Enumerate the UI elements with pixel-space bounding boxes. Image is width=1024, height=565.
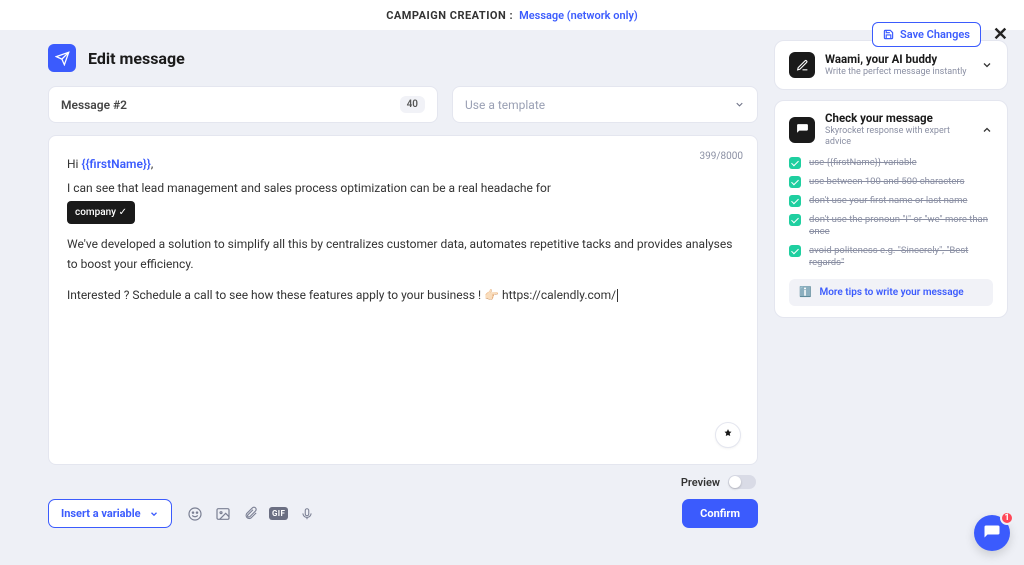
save-changes-button[interactable]: Save Changes — [872, 22, 981, 47]
editor-url: https://calendly.com/ — [502, 288, 616, 302]
check-icon — [789, 245, 801, 257]
check-icon — [789, 195, 801, 207]
message-name-counter: 40 — [400, 96, 425, 113]
chat-bubble-icon — [789, 117, 815, 143]
waami-panel[interactable]: Waami, your AI buddy Write the perfect m… — [774, 40, 1008, 90]
char-counter: 399/8000 — [700, 148, 743, 165]
image-icon[interactable] — [214, 505, 232, 523]
message-name-input[interactable]: Message #2 40 — [48, 86, 438, 123]
message-name-value: Message #2 — [61, 98, 127, 112]
insert-variable-label: Insert a variable — [61, 507, 141, 520]
check-message-panel: Check your message Skyrocket response wi… — [774, 100, 1008, 318]
template-select[interactable]: Use a template — [452, 86, 758, 123]
variable-firstname[interactable]: {{firstName}} — [81, 157, 150, 171]
tip-item: don't use your first name or last name — [789, 195, 993, 207]
attachment-icon[interactable] — [242, 505, 260, 523]
mic-icon[interactable] — [298, 505, 316, 523]
chevron-down-icon[interactable] — [981, 59, 993, 71]
gif-icon[interactable]: GIF — [270, 505, 288, 523]
check-sub: Skyrocket response with expert advice — [825, 126, 971, 148]
save-changes-label: Save Changes — [900, 28, 970, 41]
more-tips-label: More tips to write your message — [819, 287, 963, 298]
pencil-icon — [789, 52, 815, 78]
edit-message-icon — [48, 44, 76, 72]
campaign-banner: CAMPAIGN CREATION : Message (network onl… — [0, 0, 1024, 30]
check-icon — [789, 214, 801, 226]
ai-helper-button[interactable] — [715, 422, 741, 448]
check-title: Check your message — [825, 112, 971, 126]
variable-chip-company[interactable]: company ✓ — [67, 201, 135, 224]
editor-text: Hi — [67, 157, 81, 171]
more-tips-button[interactable]: ℹ️ More tips to write your message — [789, 279, 993, 306]
editor-text: , — [151, 157, 153, 171]
confirm-button[interactable]: Confirm — [682, 499, 758, 528]
chat-fab[interactable]: 1 — [974, 515, 1010, 551]
tip-item: use {{firstName}} variable — [789, 157, 993, 169]
message-editor[interactable]: 399/8000 Hi {{firstName}}, I can see tha… — [48, 135, 758, 465]
campaign-banner-value: Message (network only) — [519, 9, 638, 22]
text-cursor — [617, 289, 618, 302]
chevron-down-icon — [734, 99, 745, 110]
tip-text: avoid politeness e.g. "Sincerely", "Best… — [809, 245, 993, 269]
insert-variable-button[interactable]: Insert a variable — [48, 499, 172, 528]
page-title: Edit message — [88, 49, 185, 68]
emoji-icon[interactable] — [186, 505, 204, 523]
chevron-down-icon — [149, 509, 159, 519]
tip-item: use between 100 and 500 characters — [789, 176, 993, 188]
preview-toggle[interactable] — [728, 475, 756, 489]
waami-title: Waami, your AI buddy — [825, 53, 971, 67]
tip-text: don't use the pronoun "I" or "we" more t… — [809, 214, 993, 238]
check-icon — [789, 176, 801, 188]
save-icon — [883, 29, 894, 40]
tip-text: use between 100 and 500 characters — [809, 176, 965, 188]
info-icon: ℹ️ — [799, 287, 811, 298]
campaign-banner-label: CAMPAIGN CREATION : — [386, 9, 513, 22]
tip-item: avoid politeness e.g. "Sincerely", "Best… — [789, 245, 993, 269]
tip-item: don't use the pronoun "I" or "we" more t… — [789, 214, 993, 238]
chip-label: company ✓ — [75, 204, 127, 221]
editor-text: We've developed a solution to simplify a… — [67, 234, 739, 275]
preview-label: Preview — [681, 476, 720, 489]
tip-text: don't use your first name or last name — [809, 195, 967, 207]
check-icon — [789, 157, 801, 169]
tip-text: use {{firstName}} variable — [809, 157, 917, 169]
editor-text: Interested ? Schedule a call to see how … — [67, 288, 502, 302]
chevron-up-icon[interactable] — [981, 124, 993, 136]
editor-text: I can see that lead management and sales… — [67, 181, 551, 195]
close-icon[interactable]: ✕ — [993, 26, 1008, 44]
template-placeholder: Use a template — [465, 98, 545, 112]
chat-badge: 1 — [1000, 511, 1014, 525]
waami-sub: Write the perfect message instantly — [825, 67, 971, 78]
